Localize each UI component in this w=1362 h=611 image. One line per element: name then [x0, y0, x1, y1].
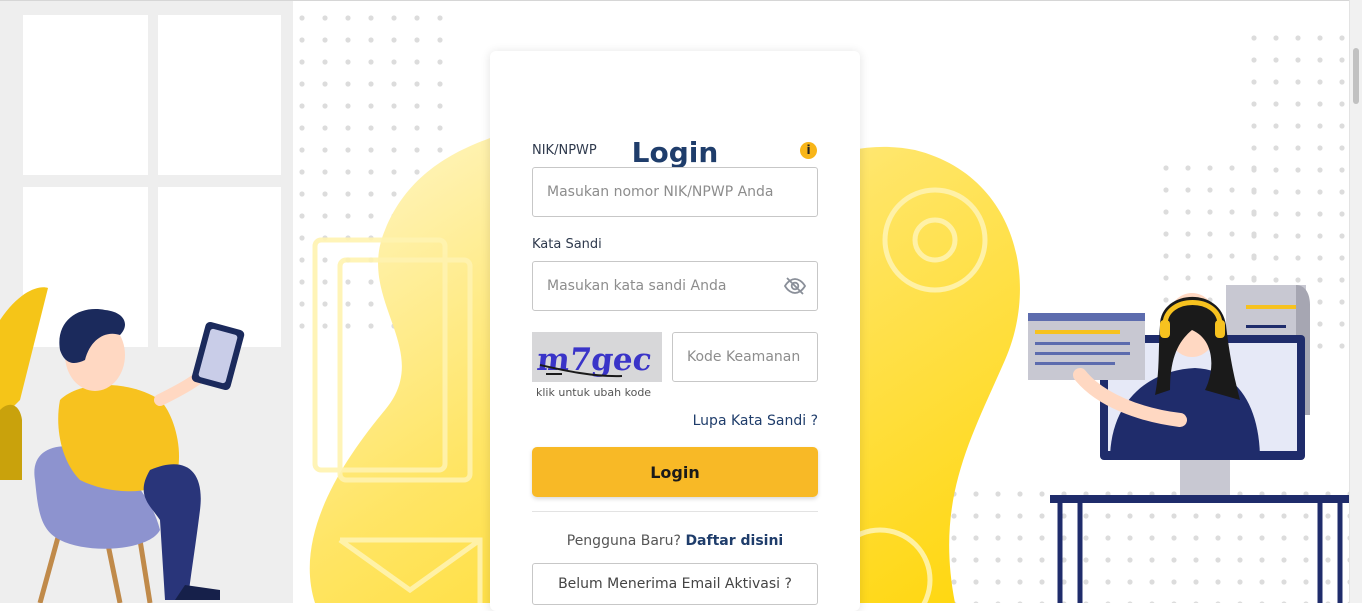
captcha-input[interactable] [672, 332, 818, 382]
divider [532, 511, 818, 512]
register-prompt: Pengguna Baru? Daftar disini [532, 533, 818, 549]
new-user-text: Pengguna Baru? [566, 533, 681, 549]
nik-label: NIK/NPWP [532, 143, 597, 158]
login-button[interactable]: Login [532, 447, 818, 497]
person-with-phone-illustration [0, 287, 245, 603]
captcha-text: m7gec [535, 342, 653, 378]
captcha-image[interactable]: m7gec [532, 332, 662, 382]
window-pane [23, 15, 148, 175]
captcha-hint: klik untuk ubah kode [536, 386, 652, 399]
password-input[interactable] [532, 261, 818, 311]
nik-input[interactable] [532, 167, 818, 217]
forgot-password-link[interactable]: Lupa Kata Sandi ? [690, 413, 818, 429]
register-link[interactable]: Daftar disini [685, 533, 783, 549]
frame-border-top [0, 0, 1350, 1]
window-pane [158, 15, 281, 175]
activation-email-button[interactable]: Belum Menerima Email Aktivasi ? [532, 563, 818, 605]
vertical-scrollbar[interactable] [1350, 0, 1362, 603]
login-card: Login [490, 51, 860, 611]
password-label: Kata Sandi [532, 237, 602, 252]
customer-support-illustration [1028, 285, 1350, 603]
info-icon[interactable]: i [800, 142, 817, 159]
scrollbar-thumb[interactable] [1353, 48, 1359, 104]
eye-slash-icon[interactable] [784, 277, 806, 295]
